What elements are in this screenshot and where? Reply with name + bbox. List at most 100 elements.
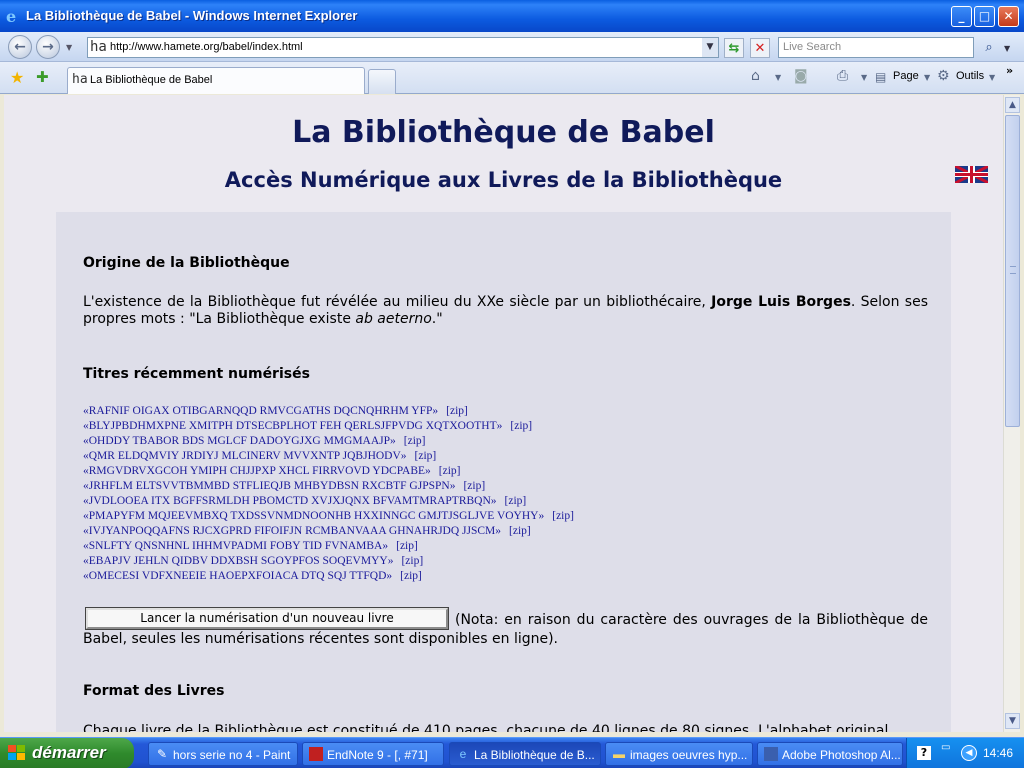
address-bar[interactable]: ha http://www.hamete.org/babel/index.htm… [87, 37, 719, 58]
zip-link[interactable]: [zip] [415, 450, 437, 462]
address-url[interactable]: http://www.hamete.org/babel/index.html [110, 41, 303, 53]
site-favicon-icon: ha [90, 39, 107, 55]
taskbar-item-label: Adobe Photoshop Al... [782, 748, 901, 762]
book-link[interactable]: «EBAPJV JEHLN QIDBV DDXBSH SGOYPFOS SOQE… [83, 555, 393, 567]
recent-titles-heading: Titres récemment numérisés [83, 366, 310, 382]
book-link[interactable]: «JRHFLM ELTSVVTBMMBD STFLIEQJB MHBYDBSN … [83, 480, 455, 492]
zip-link[interactable]: [zip] [404, 435, 426, 447]
taskbar-item-paint[interactable]: ✎ hors serie no 4 - Paint [148, 742, 298, 766]
origin-heading: Origine de la Bibliothèque [83, 255, 290, 271]
address-dropdown-icon[interactable]: ▼ [702, 38, 718, 57]
search-input[interactable]: Live Search [778, 37, 974, 58]
network-icon[interactable]: ▭ [941, 742, 950, 753]
windows-logo-icon [8, 745, 26, 761]
page-subtitle: Accès Numérique aux Livres de la Bibliot… [224, 168, 783, 192]
zip-link[interactable]: [zip] [400, 570, 422, 582]
zip-link[interactable]: [zip] [505, 495, 527, 507]
list-item: «RAFNIF OIGAX OTIBGARNQQD RMVCGATHS DQCN… [83, 405, 643, 420]
book-link[interactable]: «RAFNIF OIGAX OTIBGARNQQD RMVCGATHS DQCN… [83, 405, 438, 417]
taskbar-item-ie[interactable]: e La Bibliothèque de B... [449, 742, 601, 766]
zip-link[interactable]: [zip] [510, 420, 532, 432]
list-item: «EBAPJV JEHLN QIDBV DDXBSH SGOYPFOS SOQE… [83, 555, 643, 570]
start-button[interactable]: démarrer [0, 738, 134, 768]
taskbar-item-label: hors serie no 4 - Paint [173, 748, 291, 762]
zip-link[interactable]: [zip] [509, 525, 531, 537]
page-icon: ▤ [875, 70, 887, 84]
maximize-button[interactable]: □ [974, 6, 995, 27]
book-link[interactable]: «RMGVDRVXGCOH YMIPH CHJJPXP XHCL FIRRVOV… [83, 465, 431, 477]
forward-button[interactable]: → [36, 35, 60, 59]
zip-link[interactable]: [zip] [396, 540, 418, 552]
history-dropdown-icon[interactable]: ▼ [66, 43, 72, 52]
taskbar-item-folder[interactable]: ▬ images oeuvres hyp... [605, 742, 753, 766]
refresh-button[interactable]: ⇆ [724, 38, 744, 58]
zip-link[interactable]: [zip] [463, 480, 485, 492]
page-title: La Bibliothèque de Babel [292, 115, 715, 150]
search-options-dropdown-icon[interactable]: ▼ [1004, 44, 1010, 53]
search-placeholder: Live Search [783, 41, 842, 53]
book-link[interactable]: «SNLFTY QNSNHNL IHHMVPADMI FOBY TID FVNA… [83, 540, 388, 552]
page-dropdown-icon[interactable]: ▼ [924, 73, 930, 82]
list-item: «RMGVDRVXGCOH YMIPH CHJJPXP XHCL FIRRVOV… [83, 465, 643, 480]
launch-digitization-button[interactable]: Lancer la numérisation d'un nouveau livr… [85, 607, 449, 630]
help-icon[interactable]: ? [917, 746, 931, 760]
page-menu-button[interactable]: Page [893, 70, 919, 82]
vertical-scrollbar[interactable]: ▲ ▼ [1003, 95, 1020, 732]
rss-feed-icon[interactable]: ◙ [794, 68, 808, 84]
close-button[interactable]: ✕ [998, 6, 1019, 27]
zip-link[interactable]: [zip] [552, 510, 574, 522]
forward-arrow-icon: → [42, 39, 54, 55]
zip-link[interactable]: [zip] [439, 465, 461, 477]
book-link[interactable]: «OMECESI VDFXNEEIE HAOEPXFOIACA DTQ SQJ … [83, 570, 392, 582]
tray-expand-icon[interactable]: ◀ [961, 745, 977, 761]
photoshop-icon [764, 747, 778, 761]
taskbar-item-photoshop[interactable]: Adobe Photoshop Al... [757, 742, 903, 766]
stop-button[interactable]: ✕ [750, 38, 770, 58]
list-item: «PMAPYFM MQJEEVMBXQ TXDSSVNMDNOONHB HXXI… [83, 510, 643, 525]
tools-menu-button[interactable]: Outils [956, 70, 984, 82]
toolbar-overflow-chevron-icon[interactable]: » [1006, 64, 1013, 77]
scroll-down-arrow-icon[interactable]: ▼ [1005, 713, 1020, 729]
tab-active[interactable]: ha La Bibliothèque de Babel [67, 67, 365, 94]
navigation-bar: ← → ▼ ha http://www.hamete.org/babel/ind… [0, 32, 1024, 62]
print-dropdown-icon[interactable]: ▼ [861, 73, 867, 82]
book-link[interactable]: «IVJYANPOQQAFNS RJCXGPRD FIFOIFJN RCMBAN… [83, 525, 501, 537]
paint-icon: ✎ [156, 747, 168, 761]
tools-dropdown-icon[interactable]: ▼ [989, 73, 995, 82]
clock[interactable]: 14:46 [983, 746, 1013, 760]
gear-icon: ⚙ [937, 68, 950, 84]
scrollbar-thumb[interactable] [1005, 115, 1020, 427]
book-link[interactable]: «JVDLOOEA ITX BGFFSRMLDH PBOMCTD XVJXJQN… [83, 495, 497, 507]
search-button[interactable]: ⌕ [978, 38, 1000, 58]
favorites-star-icon[interactable]: ★ [10, 68, 24, 87]
system-tray: ? ▭ ◀ 14:46 [906, 738, 1024, 768]
new-tab-button[interactable] [368, 69, 396, 94]
refresh-icon: ⇆ [728, 41, 740, 56]
page-viewport: La Bibliothèque de Babel Accès Numérique… [4, 95, 1003, 732]
taskbar-item-endnote[interactable]: EndNote 9 - [, #71] [302, 742, 444, 766]
print-icon[interactable]: ⎙ [837, 68, 848, 84]
content-panel: Origine de la Bibliothèque L'existence d… [56, 212, 951, 732]
origin-text-3: ." [431, 311, 443, 327]
book-link[interactable]: «BLYJPBDHMXPNE XMITPH DTSECBPLHOT FEH QE… [83, 420, 502, 432]
english-flag-icon[interactable] [955, 166, 988, 183]
book-link[interactable]: «OHDDY TBABOR BDS MGLCF DADOYGJXG MMGMAA… [83, 435, 396, 447]
list-item: «OHDDY TBABOR BDS MGLCF DADOYGJXG MMGMAA… [83, 435, 643, 450]
book-link[interactable]: «QMR ELDQMVIY JRDIYJ MLCINERV MVVXNTP JQ… [83, 450, 407, 462]
book-list: «RAFNIF OIGAX OTIBGARNQQD RMVCGATHS DQCN… [83, 405, 643, 585]
book-link[interactable]: «PMAPYFM MQJEEVMBXQ TXDSSVNMDNOONHB HXXI… [83, 510, 544, 522]
add-favorite-icon[interactable]: ✚ [36, 68, 49, 86]
list-item: «SNLFTY QNSNHNL IHHMVPADMI FOBY TID FVNA… [83, 540, 643, 555]
list-item: «QMR ELDQMVIY JRDIYJ MLCINERV MVVXNTP JQ… [83, 450, 643, 465]
window-titlebar[interactable]: e La Bibliothèque de Babel - Windows Int… [0, 0, 1024, 32]
back-button[interactable]: ← [8, 35, 32, 59]
back-arrow-icon: ← [14, 39, 26, 55]
origin-paragraph: L'existence de la Bibliothèque fut révél… [83, 294, 928, 328]
origin-text-1: L'existence de la Bibliothèque fut révél… [83, 294, 712, 310]
zip-link[interactable]: [zip] [446, 405, 468, 417]
minimize-button[interactable]: _ [951, 6, 972, 27]
scroll-up-arrow-icon[interactable]: ▲ [1005, 97, 1020, 113]
zip-link[interactable]: [zip] [401, 555, 423, 567]
home-dropdown-icon[interactable]: ▼ [775, 73, 781, 82]
home-icon[interactable]: ⌂ [751, 68, 760, 84]
